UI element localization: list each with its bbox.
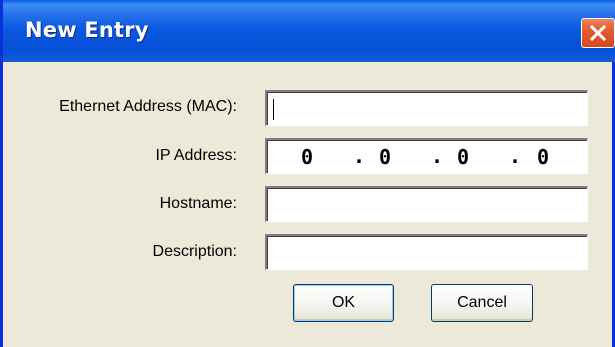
text-caret [273, 99, 274, 120]
mac-label: Ethernet Address (MAC): [59, 98, 237, 115]
ip-octet-2[interactable]: 0 [375, 145, 395, 169]
new-entry-dialog: New Entry Ethernet Address (MAC): IP Add… [0, 0, 615, 347]
ip-label: IP Address: [155, 147, 237, 164]
ip-separator: . [353, 144, 366, 168]
window-title: New Entry [25, 18, 149, 42]
ok-button[interactable]: OK [293, 284, 394, 322]
hostname-input[interactable] [265, 186, 588, 222]
cancel-button[interactable]: Cancel [431, 284, 533, 322]
close-icon [589, 24, 607, 42]
ip-separator: . [431, 144, 444, 168]
ip-address-input[interactable]: 0 . 0 . 0 . 0 [265, 138, 588, 174]
ip-octet-1[interactable]: 0 [297, 145, 317, 169]
mac-address-input[interactable] [265, 90, 588, 126]
ip-octet-4[interactable]: 0 [533, 145, 553, 169]
description-input[interactable] [265, 234, 588, 270]
ip-separator: . [509, 144, 522, 168]
ip-octet-3[interactable]: 0 [453, 145, 473, 169]
description-label: Description: [152, 243, 237, 260]
hostname-label: Hostname: [159, 195, 237, 212]
title-bar[interactable]: New Entry [3, 0, 615, 62]
close-button[interactable] [581, 18, 615, 48]
